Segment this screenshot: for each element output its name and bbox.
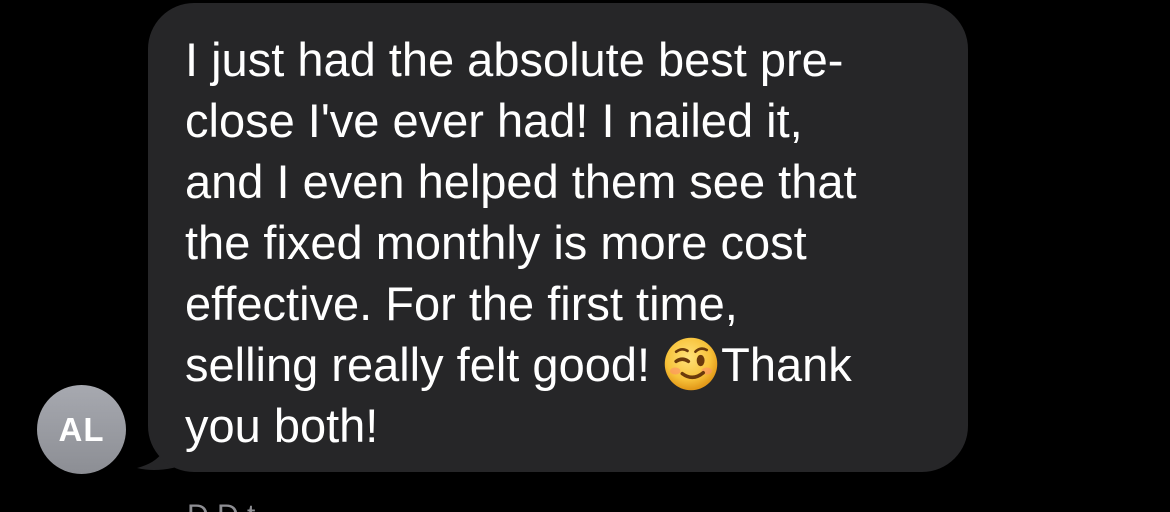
avatar[interactable]: AL [37, 385, 126, 474]
winking-face-emoji-icon [664, 337, 718, 391]
received-message-bubble[interactable]: I just had the absolute best pre- close … [148, 3, 968, 472]
message-thread: I just had the absolute best pre- close … [0, 0, 1170, 512]
message-text: I just had the absolute best pre- close … [185, 29, 938, 456]
avatar-initials: AL [58, 410, 105, 448]
sender-name-label: D D t [187, 498, 255, 512]
